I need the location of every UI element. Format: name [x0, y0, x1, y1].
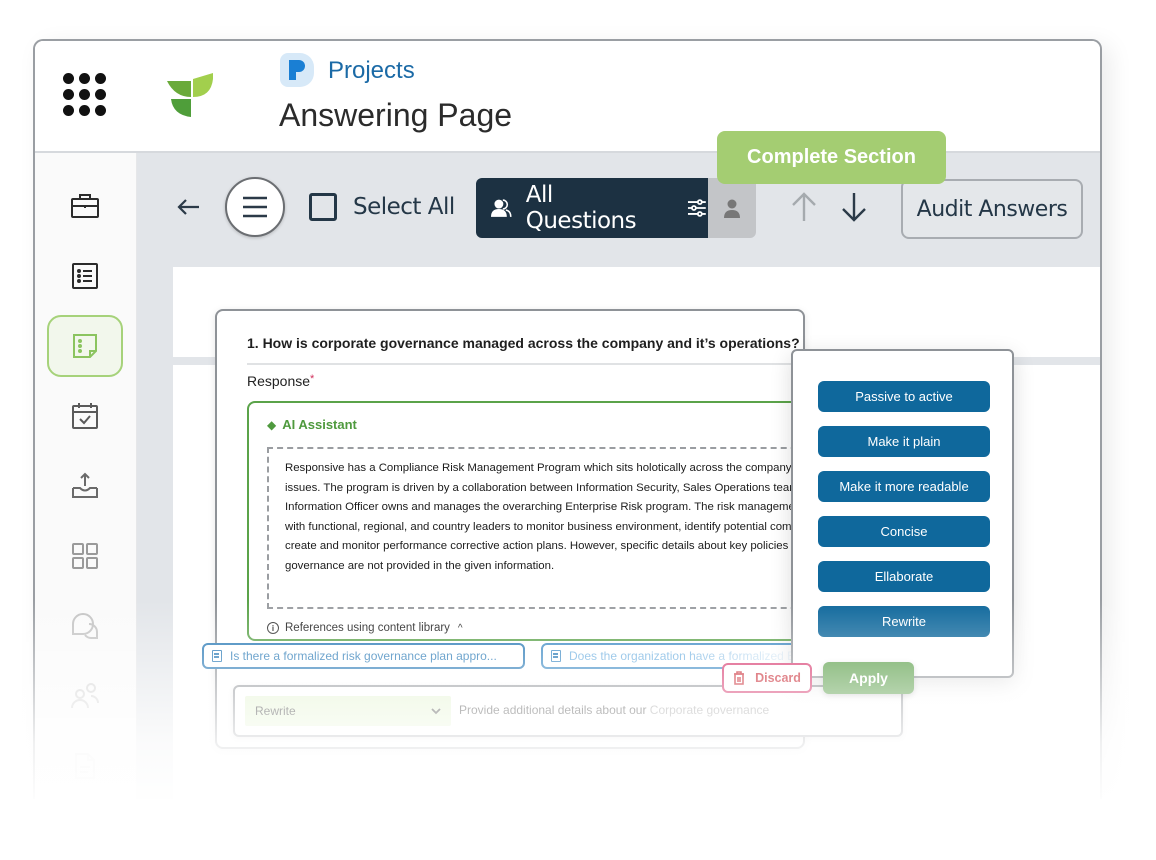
question-card: 1. How is corporate governance managed a… [215, 309, 895, 749]
reference-chip-label: Is there a formalized risk governance pl… [230, 649, 497, 663]
question-title: 1. How is corporate governance managed a… [247, 335, 800, 351]
calendar-check-icon [72, 403, 98, 429]
briefcase-icon [71, 194, 99, 218]
menu-button[interactable] [225, 177, 285, 237]
prompt-text-muted: Corporate governance [649, 703, 770, 717]
chat-icon [72, 613, 98, 639]
action-concise[interactable]: Concise [818, 516, 990, 547]
response-label-text: Response [247, 373, 311, 389]
prompt-input[interactable]: Provide additional details about our Cor… [459, 703, 769, 717]
chevron-up-icon: ^ [457, 622, 463, 634]
action-make-more-readable[interactable]: Make it more readable [818, 471, 990, 502]
sidebar-item-answering[interactable] [47, 315, 123, 377]
action-rewrite[interactable]: Rewrite [818, 606, 990, 637]
ai-assistant-label: AI Assistant [282, 417, 357, 432]
person-icon [724, 199, 740, 218]
next-question-icon[interactable] [839, 191, 869, 223]
toolbar: Select All All Questions Audit Answers [137, 153, 1100, 265]
sidebar-item-users[interactable] [47, 665, 123, 727]
filter-settings-icon[interactable] [686, 197, 708, 219]
sidebar-item-document[interactable] [47, 735, 123, 797]
document-icon [551, 650, 561, 662]
references-label: References using content library [285, 622, 450, 634]
action-passive-to-active[interactable]: Passive to active [818, 381, 990, 412]
chevron-down-icon [431, 708, 441, 715]
tray-upload-icon [72, 472, 98, 498]
all-questions-filter-button[interactable]: All Questions [476, 178, 708, 238]
required-mark: * [310, 373, 315, 385]
ai-assistant-header: ◆ AI Assistant [267, 417, 357, 432]
trash-icon [734, 671, 745, 685]
document-icon [75, 753, 95, 779]
discard-label: Discard [755, 671, 801, 685]
ai-generated-answer[interactable]: Responsive has a Compliance Risk Managem… [267, 447, 895, 609]
sidebar-item-calendar[interactable] [47, 385, 123, 447]
complete-section-button[interactable]: Complete Section [717, 131, 946, 184]
discard-button[interactable]: Discard [722, 663, 812, 693]
previous-question-icon[interactable] [789, 191, 819, 223]
info-icon: i [267, 622, 279, 634]
all-questions-label: All Questions [525, 182, 637, 234]
sidebar-item-dashboard[interactable] [47, 525, 123, 587]
page-title: Answering Page [279, 97, 513, 133]
ai-actions-popover: Passive to active Make it plain Make it … [791, 349, 1014, 678]
response-label: Response* [247, 373, 314, 389]
action-elaborate[interactable]: Ellaborate [818, 561, 990, 592]
list-icon [72, 263, 98, 289]
grid-icon [72, 543, 98, 569]
sidebar [35, 153, 137, 799]
hamburger-icon [243, 196, 267, 218]
users-icon [71, 683, 99, 709]
references-toggle[interactable]: i References using content library ^ [267, 622, 463, 634]
sidebar-item-chat[interactable] [47, 595, 123, 657]
sidebar-item-list[interactable] [47, 245, 123, 307]
sticky-note-icon [73, 334, 97, 358]
action-make-it-plain[interactable]: Make it plain [818, 426, 990, 457]
select-all-label: Select All [353, 194, 455, 220]
product-icon [280, 53, 314, 87]
question-filter: All Questions [476, 178, 756, 238]
back-arrow-icon[interactable] [173, 191, 205, 223]
audit-answers-button[interactable]: Audit Answers [901, 179, 1083, 239]
app-launcher-icon[interactable] [63, 73, 107, 117]
reference-chip[interactable]: Is there a formalized risk governance pl… [202, 643, 525, 669]
apply-button[interactable]: Apply [823, 662, 914, 694]
assignee-filter-button[interactable] [708, 178, 756, 238]
breadcrumb-projects[interactable]: Projects [328, 57, 415, 85]
brand-logo [167, 73, 213, 117]
prompt-mode-select[interactable]: Rewrite [245, 696, 451, 726]
sidebar-item-projects[interactable] [47, 175, 123, 237]
sparkle-icon: ◆ [267, 417, 277, 432]
ai-assistant-panel: ◆ AI Assistant Responsive has a Complian… [247, 401, 895, 641]
select-all-checkbox[interactable] [309, 193, 337, 221]
divider [247, 363, 807, 365]
prompt-text: Provide additional details about our [459, 703, 650, 717]
document-icon [212, 650, 222, 662]
users-icon [490, 199, 512, 217]
prompt-mode-value: Rewrite [255, 704, 296, 718]
sidebar-item-export[interactable] [47, 455, 123, 517]
select-all-control[interactable]: Select All [309, 193, 455, 221]
